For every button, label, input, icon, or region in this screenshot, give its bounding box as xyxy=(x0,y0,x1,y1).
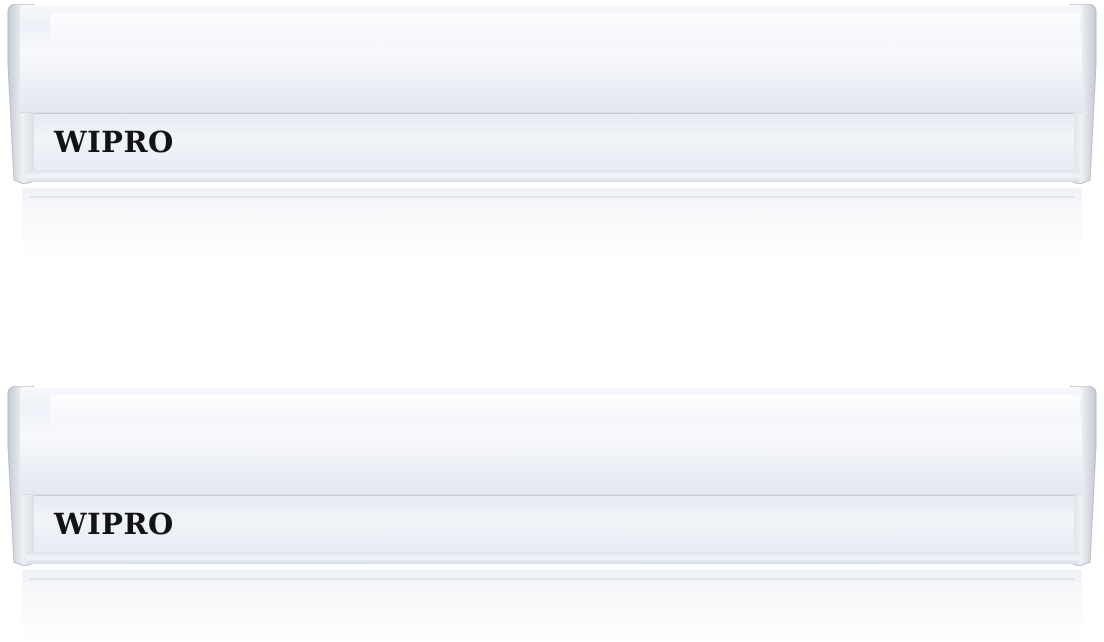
diffuser xyxy=(20,387,1082,495)
reflection xyxy=(22,570,1082,642)
diffuser-highlight xyxy=(50,13,1080,55)
front-panel: WIPRO xyxy=(34,495,1074,553)
reflection-line xyxy=(30,196,1074,198)
led-batten-bottom: WIPRO xyxy=(0,382,1104,642)
brand-logo: WIPRO xyxy=(54,507,174,541)
reflection xyxy=(22,188,1082,260)
base-rail xyxy=(26,552,1080,564)
diffuser-highlight xyxy=(50,395,1080,437)
base-rail xyxy=(26,170,1080,182)
diffuser xyxy=(20,5,1082,113)
reflection-line xyxy=(30,578,1074,580)
brand-logo: WIPRO xyxy=(54,125,174,159)
product-photo: WIPRO WIPRO xyxy=(0,0,1104,642)
front-panel: WIPRO xyxy=(34,113,1074,171)
led-batten-top: WIPRO xyxy=(0,0,1104,260)
